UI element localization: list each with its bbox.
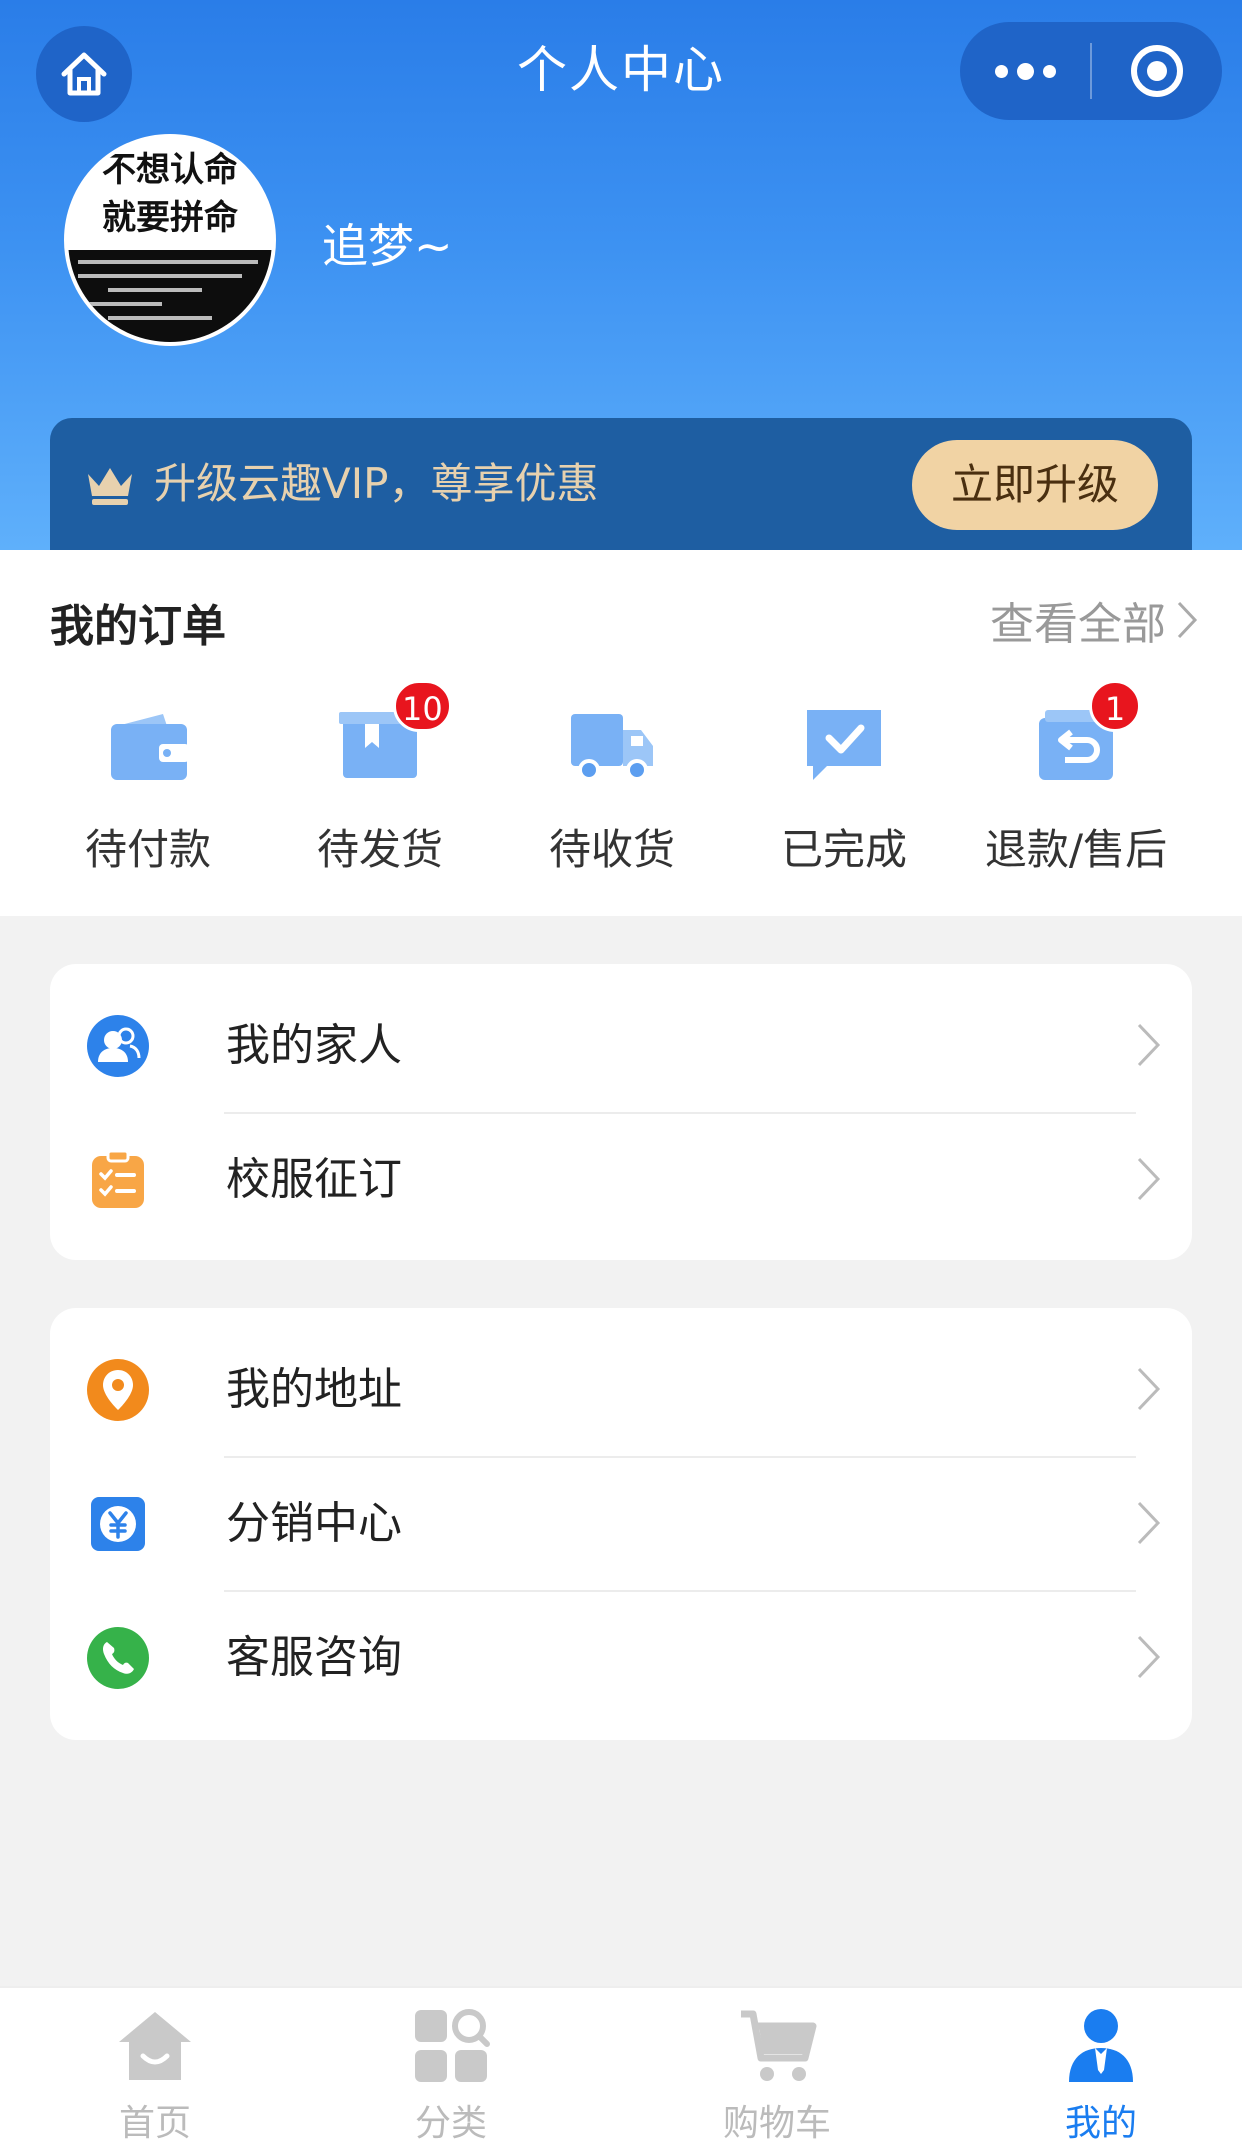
chevron-right-icon	[1137, 1501, 1161, 1545]
order-label: 已完成	[780, 825, 907, 874]
chevron-right-icon	[1137, 1023, 1161, 1067]
avatar[interactable]: 不想认命 就要拼命	[64, 134, 276, 346]
menu-label: 我的地址	[226, 1364, 402, 1415]
menu-card-family: 我的家人 校服征订	[50, 964, 1192, 1260]
tab-cart[interactable]: 购物车	[622, 1988, 932, 2152]
order-completed[interactable]: 已完成	[724, 700, 964, 877]
order-pending-receipt[interactable]: 待收货	[492, 700, 732, 877]
menu-label: 客服咨询	[226, 1632, 402, 1683]
menu-card-services: 我的地址 分销中心 客服咨询	[50, 1308, 1192, 1740]
category-icon	[415, 2009, 490, 2082]
upgrade-button[interactable]: 立即升级	[912, 440, 1158, 530]
tab-label: 首页	[118, 2103, 191, 2144]
chevron-right-icon	[1137, 1367, 1161, 1411]
truck-icon	[571, 714, 653, 781]
order-pending-payment[interactable]: 待付款	[28, 700, 268, 877]
badge-count: 10	[393, 680, 452, 732]
user-icon	[1069, 2009, 1133, 2082]
tab-label: 分类	[414, 2103, 487, 2144]
order-pending-shipment[interactable]: 10 待发货	[260, 680, 500, 877]
vip-promo-text: 升级云趣VIP，尊享优惠	[154, 459, 599, 508]
chevron-right-icon	[1137, 1635, 1161, 1679]
target-icon	[1131, 45, 1183, 97]
view-all-label: 查看全部	[990, 599, 1166, 650]
check-message-icon	[807, 710, 881, 780]
location-pin-icon	[87, 1359, 149, 1421]
tab-mine[interactable]: 我的	[946, 1988, 1242, 2152]
chevron-right-icon	[1137, 1157, 1161, 1201]
vip-banner[interactable]: 升级云趣VIP，尊享优惠 立即升级	[50, 418, 1192, 550]
menu-label: 分销中心	[226, 1498, 402, 1549]
menu-label: 校服征订	[226, 1154, 402, 1205]
clipboard-icon	[92, 1149, 144, 1208]
menu-item-distribution-center[interactable]: 分销中心	[50, 1456, 1192, 1590]
menu-label: 我的家人	[226, 1020, 402, 1071]
order-label: 待发货	[316, 825, 443, 874]
phone-icon	[87, 1627, 149, 1689]
avatar-text-line2: 就要拼命	[102, 198, 238, 238]
tab-category[interactable]: 分类	[296, 1988, 606, 2152]
crown-icon	[88, 468, 132, 505]
badge-count: 1	[1089, 680, 1141, 732]
more-dots-icon	[994, 64, 1008, 78]
my-orders-section: 我的订单 查看全部 待付款 10 待发货 待收货 已完成 1 退款/售后	[0, 550, 1242, 916]
menu-item-uniform-order[interactable]: 校服征订	[50, 1112, 1192, 1246]
view-all-orders-link[interactable]: 查看全部	[990, 588, 1198, 652]
order-label: 待收货	[548, 825, 675, 874]
order-refund-aftersale[interactable]: 1 退款/售后	[956, 680, 1196, 877]
avatar-dark-band	[68, 250, 272, 342]
menu-item-my-address[interactable]: 我的地址	[50, 1322, 1192, 1456]
bottom-tab-bar: 首页 分类 购物车 我的	[0, 1986, 1242, 2152]
tab-label: 购物车	[722, 2103, 831, 2144]
username: 追梦~	[322, 219, 453, 273]
menu-item-my-family[interactable]: 我的家人	[50, 978, 1192, 1112]
tab-home[interactable]: 首页	[0, 1988, 310, 2152]
tab-label: 我的	[1064, 2103, 1137, 2144]
more-options-button[interactable]	[960, 22, 1090, 120]
close-mini-program-button[interactable]	[1092, 22, 1222, 120]
profile-header: 个人中心 不想认命 就要拼命 追梦~ 升级云趣VIP，尊享优惠 立即升级	[0, 0, 1242, 550]
family-icon	[87, 1015, 149, 1077]
home-icon	[119, 2012, 191, 2080]
order-label: 退款/售后	[984, 825, 1168, 874]
wallet-icon	[111, 714, 189, 780]
avatar-text-line1: 不想认命	[102, 150, 238, 190]
menu-item-customer-service[interactable]: 客服咨询	[50, 1590, 1192, 1724]
cart-icon	[741, 2010, 817, 2081]
mini-program-capsule	[960, 22, 1222, 120]
orders-title: 我的订单	[50, 601, 226, 652]
order-label: 待付款	[84, 825, 211, 874]
yuan-icon	[91, 1497, 145, 1551]
chevron-right-icon	[1177, 601, 1198, 639]
